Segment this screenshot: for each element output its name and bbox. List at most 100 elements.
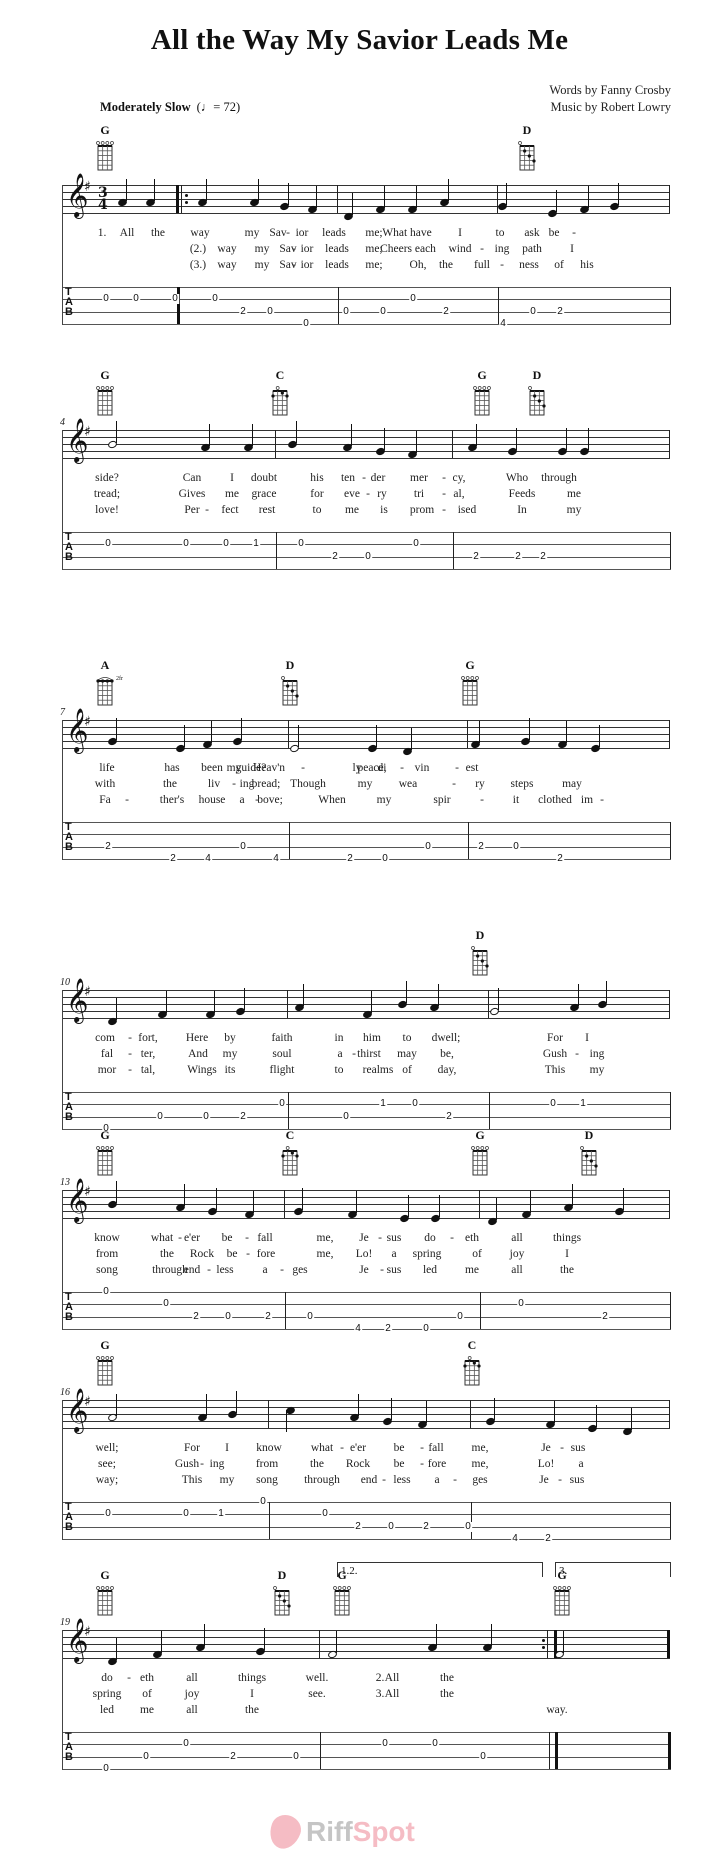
lyric-syllable: -	[480, 794, 484, 806]
tab-string-line	[63, 1304, 671, 1306]
lyric-syllable: through	[541, 472, 577, 484]
note-stem	[448, 179, 449, 201]
tab-fret-number: 2	[239, 305, 247, 317]
lyric-syllable: bove;	[257, 794, 283, 806]
tab-fret-number: 2	[104, 840, 112, 852]
lyric-syllable: ges	[472, 1474, 488, 1486]
lyric-syllable: Gush	[174, 1458, 200, 1470]
note-stem	[316, 186, 317, 208]
guitar-pick-icon	[265, 1810, 305, 1854]
tab-fret-number: 2	[169, 852, 177, 864]
tempo-marking: Moderately Slow (♩= 72)	[100, 100, 240, 115]
barline	[667, 1630, 670, 1658]
tab-fret-number: 2	[384, 1322, 392, 1334]
staff-line	[62, 1211, 670, 1212]
note-stem	[476, 424, 477, 446]
note-stem	[116, 1638, 117, 1660]
lyric-syllable: -	[442, 504, 446, 516]
tab-barline	[276, 532, 277, 569]
note-stem	[438, 984, 439, 1006]
tab-fret-number: 0	[297, 538, 305, 550]
lyric-syllable: -	[301, 762, 305, 774]
fretboard-grid-icon	[461, 676, 479, 706]
tab-fret-number: 0	[517, 1298, 525, 1310]
lyric-syllable: I	[570, 243, 574, 255]
note-stem	[371, 991, 372, 1013]
chord-name: A	[100, 658, 110, 672]
lyric-syllable: my	[219, 1474, 235, 1486]
lyric-syllable: less	[393, 1474, 411, 1486]
note-stem	[184, 724, 185, 747]
staff-line	[62, 1414, 670, 1415]
note-stem	[298, 724, 299, 747]
fretboard-grid-icon	[96, 1586, 114, 1616]
lyric-syllable: -	[200, 1458, 204, 1470]
note-stem	[116, 717, 117, 740]
tab-string-line	[63, 1526, 671, 1528]
tab-fret-number: 0	[102, 1286, 110, 1297]
tab-string-line	[63, 1514, 671, 1516]
note-stem	[358, 1394, 359, 1416]
lyric-syllable: ing	[589, 1048, 605, 1060]
lyric-syllable: a	[391, 1248, 397, 1260]
chord-diagram	[580, 1145, 598, 1176]
tab-fret-number: 0	[342, 1110, 350, 1122]
chord-diagram	[471, 945, 489, 976]
fretboard-grid-icon	[463, 1356, 481, 1386]
tab-string-line	[63, 1744, 671, 1746]
lyric-syllable: the	[159, 1248, 175, 1260]
lyric-syllable: eth	[464, 1232, 480, 1244]
chord-symbol: D	[512, 123, 542, 171]
tab-fret-number: 2	[354, 1520, 362, 1532]
chord-symbol: G	[90, 1568, 120, 1616]
tab-fret-number: 0	[132, 293, 140, 305]
note-stem	[529, 717, 530, 740]
note-stem	[126, 179, 127, 201]
lyric-syllable: me	[139, 1704, 155, 1716]
lyric-syllable: ry	[475, 778, 485, 790]
lyric-syllable: to	[402, 1032, 412, 1044]
lyric-syllable: see;	[98, 1458, 116, 1470]
barline	[467, 720, 468, 748]
lyric-syllable: my	[244, 227, 260, 239]
lyric-syllable: I	[585, 1032, 589, 1044]
lyric-syllable: Rock	[345, 1458, 371, 1470]
lyric-syllable: -	[127, 1672, 131, 1684]
lyric-syllable: Gives	[178, 488, 206, 500]
lyric-syllable: der	[370, 472, 386, 484]
chord-name: G	[100, 368, 110, 382]
tab-string-line	[63, 299, 671, 301]
tab-barline	[269, 1502, 270, 1539]
note-stem	[554, 1401, 555, 1423]
lyric-syllable: song	[96, 1264, 118, 1276]
staff-line	[62, 1644, 670, 1645]
lyric-syllable: Heav'n	[252, 762, 286, 774]
lyric-syllable: When	[318, 794, 346, 806]
lyric-syllable: his	[310, 472, 324, 484]
lyric-syllable: the	[439, 1672, 455, 1684]
lyric-syllable: be	[221, 1232, 233, 1244]
note-stem	[498, 987, 499, 1010]
tab-barline	[555, 1732, 558, 1769]
lyric-syllable: est	[465, 762, 479, 774]
barline	[669, 990, 670, 1018]
fretboard-grid-icon	[471, 946, 489, 976]
lyric-syllable: -	[246, 1248, 250, 1260]
music-credit: Music by Robert Lowry	[550, 100, 671, 114]
tab-fret-number: 1	[579, 1098, 587, 1110]
music-staff: 𝄞 ♯	[62, 1180, 670, 1227]
lyric-syllable: -	[340, 1442, 344, 1454]
staff-line	[62, 748, 670, 749]
lyric-syllable: through	[304, 1474, 340, 1486]
fretboard-grid-icon	[281, 1146, 299, 1176]
barline	[547, 1630, 548, 1658]
staff-line	[62, 1658, 670, 1659]
lyric-syllable: me,	[471, 1458, 489, 1470]
tab-clef: TAB	[65, 287, 73, 318]
note-stem	[258, 179, 259, 201]
lyric-syllable: day,	[437, 1064, 457, 1076]
chord-symbol: G	[90, 368, 120, 416]
lyric-syllable: be	[393, 1442, 405, 1454]
lyric-syllable: I	[230, 472, 234, 484]
tab-string-line	[63, 1732, 671, 1733]
